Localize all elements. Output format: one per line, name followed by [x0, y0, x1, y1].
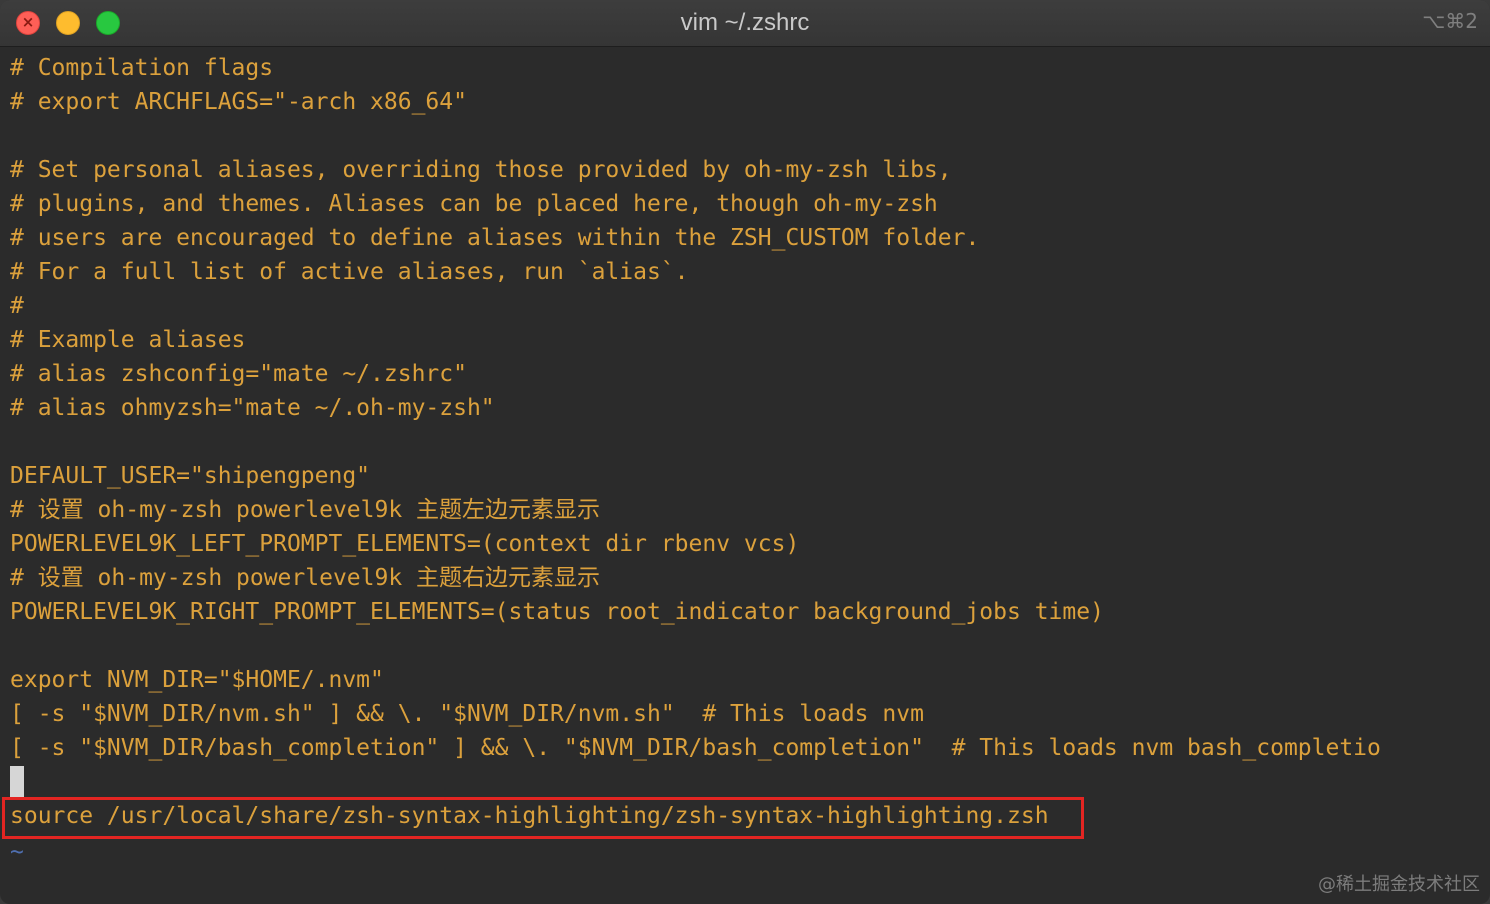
- code-line: export NVM_DIR="$HOME/.nvm": [10, 667, 384, 693]
- empty-line-tilde: ~: [10, 839, 24, 865]
- code-line: # Compilation flags: [10, 55, 274, 81]
- code-line: #: [10, 293, 24, 319]
- code-line: # users are encouraged to define aliases…: [10, 225, 980, 251]
- code-line: [ -s "$NVM_DIR/bash_completion" ] && \. …: [10, 735, 1381, 761]
- text-cursor: [10, 766, 24, 797]
- code-line: # Set personal aliases, overriding those…: [10, 157, 952, 183]
- vim-editor-buffer[interactable]: # Compilation flags # export ARCHFLAGS="…: [10, 51, 1480, 833]
- code-line: DEFAULT_USER="shipengpeng": [10, 463, 371, 489]
- title-bar[interactable]: × vim ~/.zshrc ⌥⌘2: [0, 0, 1490, 47]
- code-line: POWERLEVEL9K_RIGHT_PROMPT_ELEMENTS=(stat…: [10, 599, 1104, 625]
- highlight-box: [2, 797, 1084, 839]
- code-line: POWERLEVEL9K_LEFT_PROMPT_ELEMENTS=(conte…: [10, 531, 800, 557]
- code-line: # plugins, and themes. Aliases can be pl…: [10, 191, 938, 217]
- code-line: # alias ohmyzsh="mate ~/.oh-my-zsh": [10, 395, 495, 421]
- code-line: # alias zshconfig="mate ~/.zshrc": [10, 361, 467, 387]
- code-line: # For a full list of active aliases, run…: [10, 259, 689, 285]
- cursor-line: [10, 765, 1480, 799]
- code-line: # 设置 oh-my-zsh powerlevel9k 主题右边元素显示: [10, 565, 601, 591]
- code-line: # 设置 oh-my-zsh powerlevel9k 主题左边元素显示: [10, 497, 601, 523]
- watermark: @稀土掘金技术社区: [1318, 874, 1480, 895]
- window-title: vim ~/.zshrc: [680, 9, 810, 36]
- window-shortcut-label: ⌥⌘2: [1422, 9, 1478, 33]
- code-line: # Example aliases: [10, 327, 246, 353]
- code-line: # export ARCHFLAGS="-arch x86_64": [10, 89, 467, 115]
- code-line: [ -s "$NVM_DIR/nvm.sh" ] && \. "$NVM_DIR…: [10, 701, 924, 727]
- terminal-window: × vim ~/.zshrc ⌥⌘2 # Compilation flags #…: [0, 0, 1490, 904]
